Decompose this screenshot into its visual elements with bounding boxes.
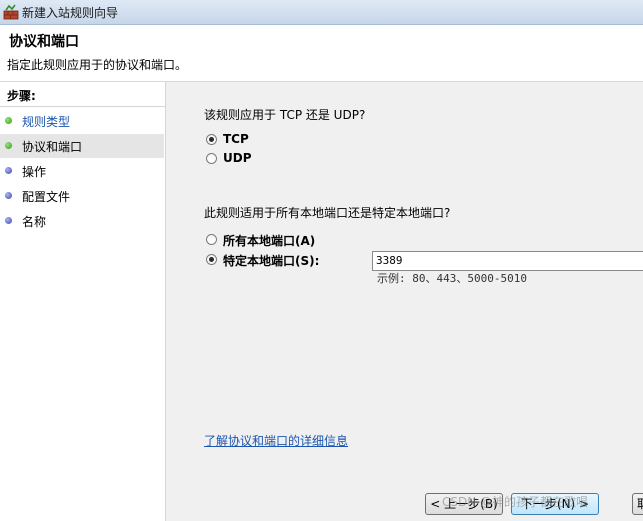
step-label: 协议和端口 bbox=[22, 140, 83, 154]
step-label: 配置文件 bbox=[22, 190, 71, 204]
radio-unselected-icon[interactable] bbox=[206, 153, 217, 164]
page-subtitle: 指定此规则应用于的协议和端口。 bbox=[7, 58, 188, 72]
page-title: 协议和端口 bbox=[9, 34, 79, 50]
step-complete-dot-icon bbox=[5, 117, 12, 124]
next-button[interactable]: 下一步(N) > bbox=[511, 493, 599, 515]
step-label: 规则类型 bbox=[22, 115, 71, 129]
back-button[interactable]: < 上一步(B) bbox=[425, 493, 503, 515]
radio-label: 所有本地端口(A) bbox=[223, 234, 316, 248]
step-action: 操作 bbox=[0, 159, 164, 183]
step-label: 名称 bbox=[22, 215, 47, 229]
local-ports-input[interactable]: 3389 bbox=[372, 251, 643, 271]
title-bar: 新建入站规则向导 bbox=[0, 0, 643, 25]
steps-divider bbox=[0, 106, 165, 107]
step-label: 操作 bbox=[22, 165, 47, 179]
steps-heading: 步骤: bbox=[7, 89, 36, 103]
steps-sidebar: 步骤: 规则类型 协议和端口 操作 配置文件 名称 bbox=[0, 82, 166, 521]
ports-example-hint: 示例: 80、443、5000-5010 bbox=[377, 272, 527, 285]
radio-unselected-icon[interactable] bbox=[206, 234, 217, 245]
main-panel: 该规则应用于 TCP 还是 UDP? TCP UDP 此规则适用于所有本地端口还… bbox=[166, 82, 643, 521]
wizard-header: 协议和端口 指定此规则应用于的协议和端口。 bbox=[0, 25, 643, 82]
step-rule-type[interactable]: 规则类型 bbox=[0, 109, 164, 133]
radio-label: UDP bbox=[223, 151, 252, 165]
protocol-ports-help-link[interactable]: 了解协议和端口的详细信息 bbox=[204, 432, 348, 449]
step-current-dot-icon bbox=[5, 142, 12, 149]
step-pending-dot-icon bbox=[5, 167, 12, 174]
ports-question: 此规则适用于所有本地端口还是特定本地端口? bbox=[204, 206, 451, 220]
radio-selected-icon[interactable] bbox=[206, 254, 217, 265]
radio-label: TCP bbox=[223, 132, 249, 146]
radio-label: 特定本地端口(S): bbox=[223, 254, 320, 268]
window-title: 新建入站规则向导 bbox=[22, 6, 119, 20]
protocol-question: 该规则应用于 TCP 还是 UDP? bbox=[204, 108, 366, 122]
step-name: 名称 bbox=[0, 209, 164, 233]
cancel-button[interactable]: 取 bbox=[632, 493, 643, 515]
step-profile: 配置文件 bbox=[0, 184, 164, 208]
step-protocol-and-ports[interactable]: 协议和端口 bbox=[0, 134, 164, 158]
firewall-wizard-icon bbox=[3, 4, 19, 20]
step-pending-dot-icon bbox=[5, 192, 12, 199]
radio-selected-icon[interactable] bbox=[206, 134, 217, 145]
step-pending-dot-icon bbox=[5, 217, 12, 224]
